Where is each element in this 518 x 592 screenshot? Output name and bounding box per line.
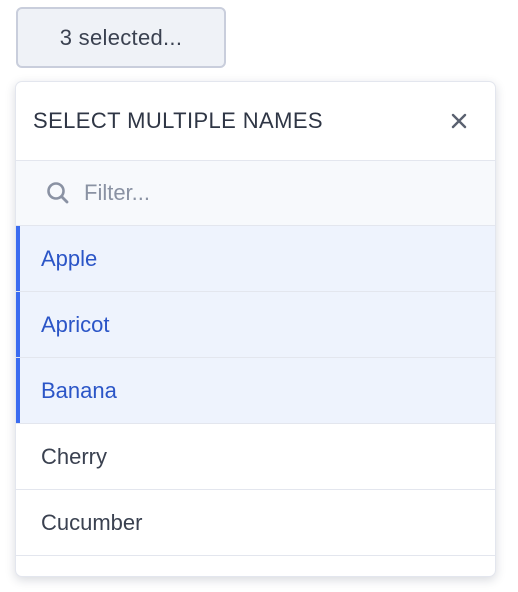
option-banana[interactable]: Banana: [16, 358, 495, 424]
option-label: Apple: [41, 245, 98, 271]
option-label: Cherry: [41, 443, 108, 469]
search-icon: [44, 179, 72, 207]
option-apricot[interactable]: Apricot: [16, 292, 495, 358]
selected-indicator: [16, 226, 20, 291]
close-icon: [451, 113, 467, 129]
panel-title: SELECT MULTIPLE NAMES: [33, 108, 323, 133]
close-button[interactable]: [445, 107, 473, 135]
option-label: Apricot: [41, 311, 110, 337]
filter-input[interactable]: [84, 180, 444, 206]
panel-header: SELECT MULTIPLE NAMES: [16, 82, 495, 161]
selected-indicator: [16, 292, 20, 357]
option-list: Apple Apricot Banana Cherry Cucumber: [16, 226, 495, 556]
multiselect-trigger-button[interactable]: 3 selected...: [16, 7, 226, 68]
multiselect-dropdown-panel: SELECT MULTIPLE NAMES Apple Apricot Bana…: [15, 81, 496, 577]
option-label: Cucumber: [41, 509, 143, 535]
option-apple[interactable]: Apple: [16, 226, 495, 292]
selected-indicator: [16, 358, 20, 423]
option-label: Banana: [41, 377, 117, 403]
option-cherry[interactable]: Cherry: [16, 424, 495, 490]
option-cucumber[interactable]: Cucumber: [16, 490, 495, 556]
filter-row: [16, 161, 495, 226]
